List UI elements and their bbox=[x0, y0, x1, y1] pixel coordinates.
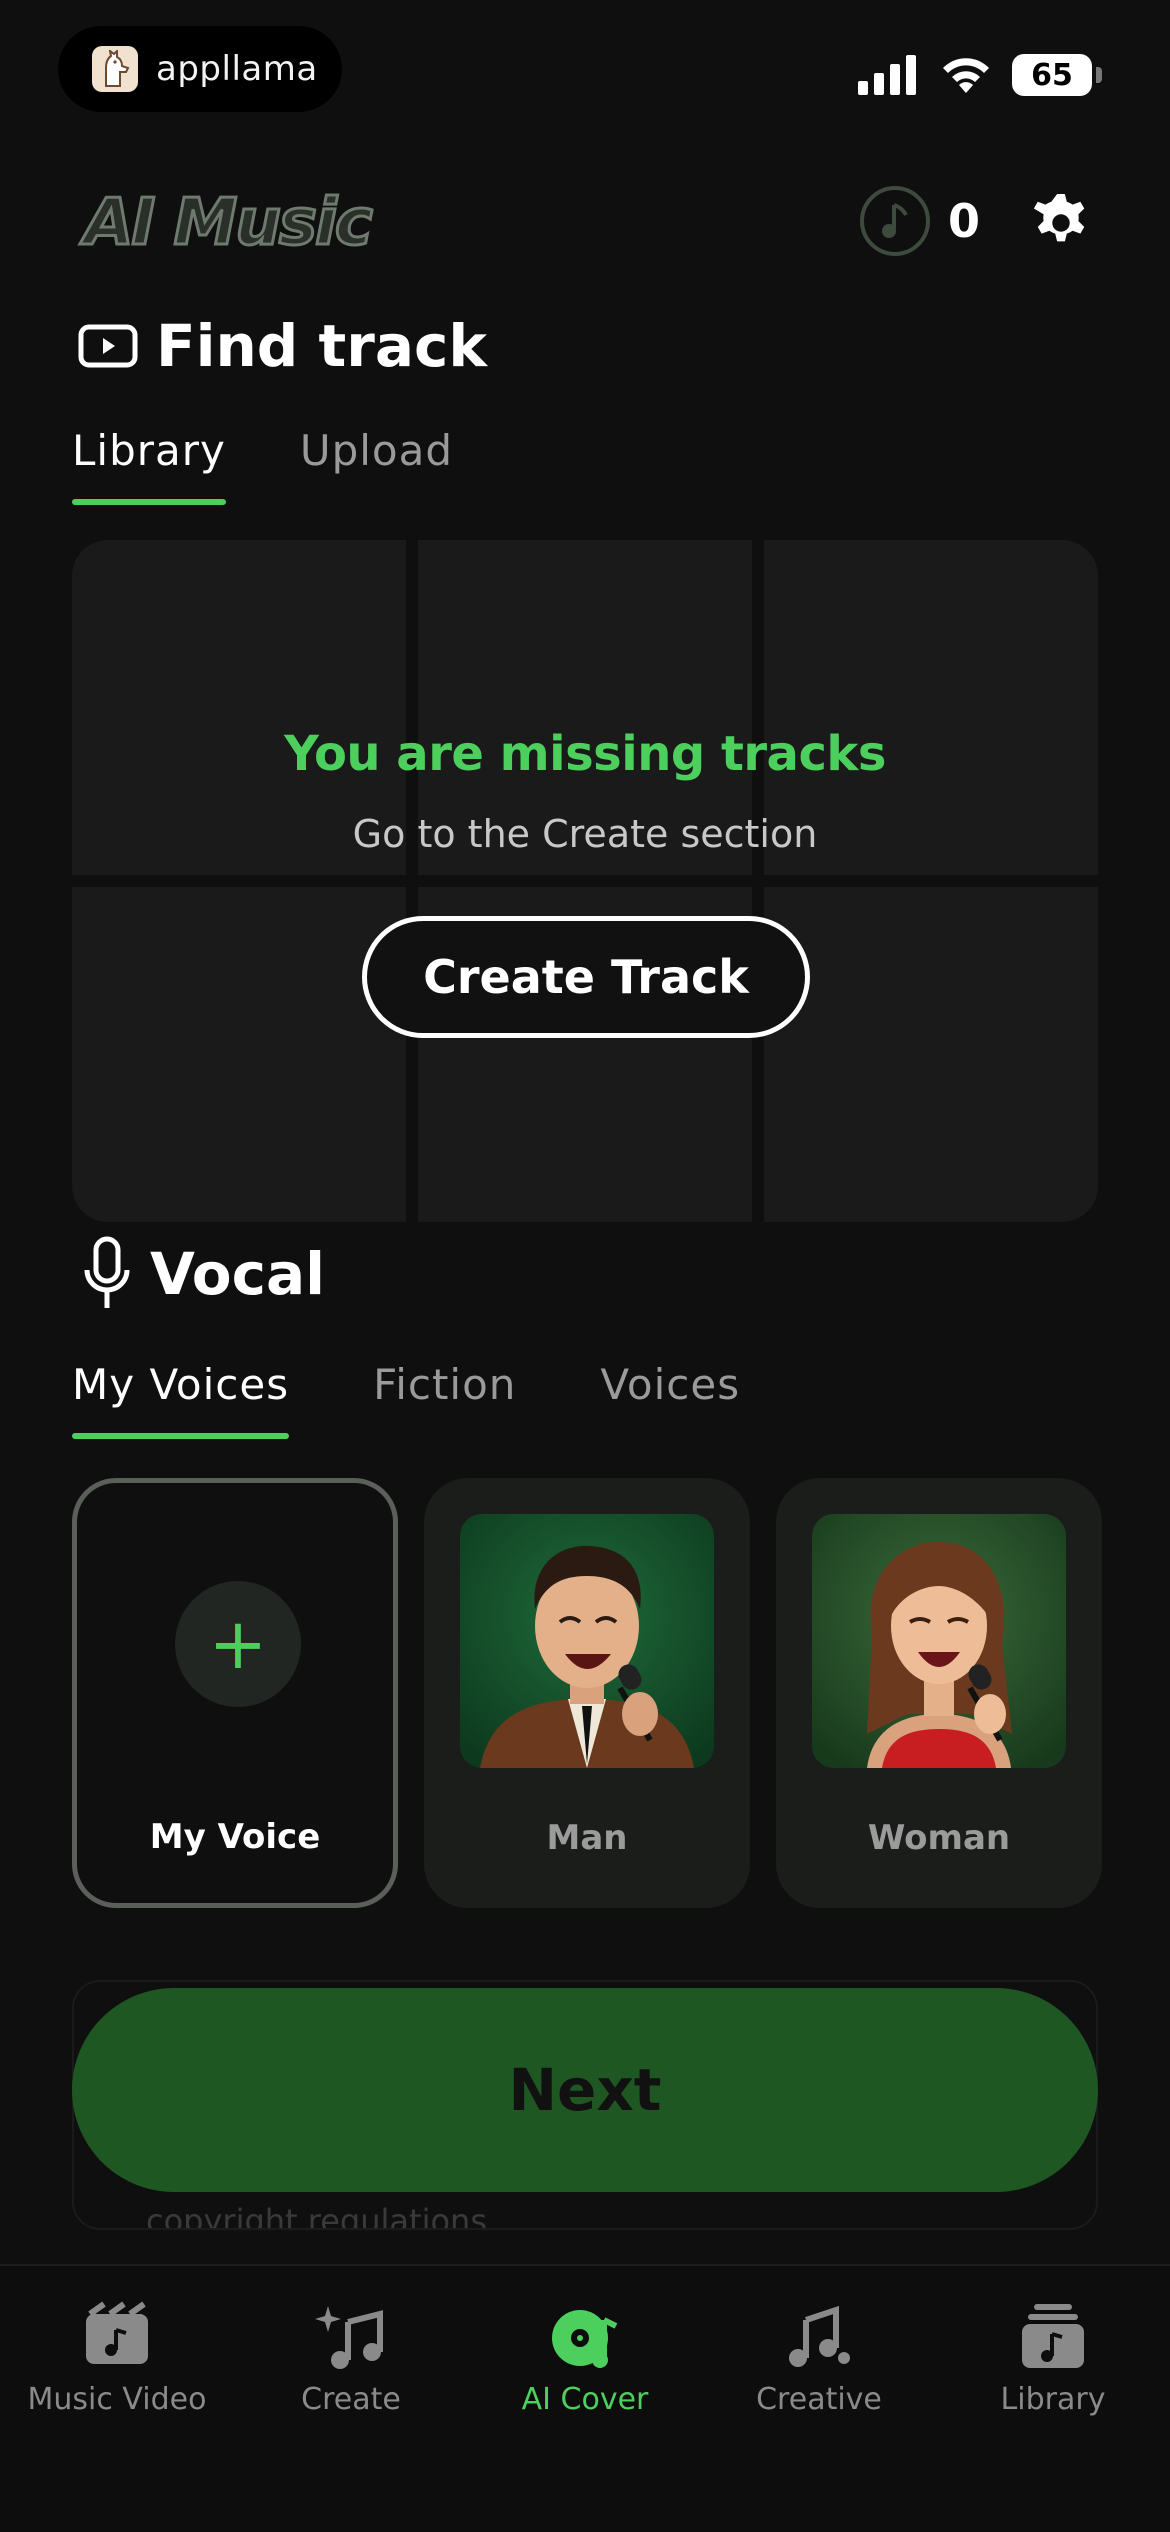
nav-item-library[interactable]: Library bbox=[936, 2266, 1170, 2532]
woman-singer-avatar bbox=[812, 1514, 1066, 1768]
voice-card-my-voice[interactable]: + My Voice bbox=[72, 1478, 398, 1908]
voice-tabs: My Voices Fiction Voices bbox=[72, 1360, 740, 1439]
nav-item-music-video[interactable]: Music Video bbox=[0, 2266, 234, 2532]
vocal-heading: Vocal bbox=[82, 1236, 325, 1312]
voice-card-label: Woman bbox=[867, 1818, 1011, 1858]
tab-voices[interactable]: Voices bbox=[600, 1360, 740, 1439]
music-video-icon bbox=[86, 2301, 148, 2364]
create-track-button[interactable]: Create Track bbox=[362, 916, 810, 1038]
copyright-note: copyright regulations. bbox=[146, 2202, 498, 2230]
app-title: AI Music bbox=[83, 185, 375, 262]
voice-card-man[interactable]: Man bbox=[424, 1478, 750, 1908]
plus-icon: + bbox=[175, 1581, 301, 1707]
nav-item-ai-cover[interactable]: AI Cover bbox=[468, 2266, 702, 2532]
next-button[interactable]: Next bbox=[72, 1988, 1098, 2192]
empty-state-title: You are missing tracks bbox=[284, 726, 886, 782]
voice-card-woman[interactable]: Woman bbox=[776, 1478, 1102, 1908]
tab-library[interactable]: Library bbox=[72, 426, 226, 505]
placeholder-grid bbox=[72, 540, 1098, 1222]
voice-card-label: My Voice bbox=[149, 1817, 321, 1857]
llama-logo-icon bbox=[92, 46, 138, 92]
nav-item-create[interactable]: Create bbox=[234, 2266, 468, 2532]
find-track-heading: Find track bbox=[78, 312, 487, 380]
nav-label: Music Video bbox=[27, 2382, 207, 2417]
library-tabs: Library Upload bbox=[72, 426, 453, 505]
voice-cards: + My Voice Man Woman bbox=[72, 1478, 1102, 1908]
signal-icon bbox=[858, 55, 916, 95]
bottom-navigation: Music Video Create AI Cover Creative Lib… bbox=[0, 2264, 1170, 2532]
status-indicators: 65 bbox=[858, 54, 1102, 96]
find-track-title: Find track bbox=[156, 312, 487, 380]
tab-my-voices[interactable]: My Voices bbox=[72, 1360, 290, 1439]
wifi-icon bbox=[943, 58, 989, 93]
man-singer-avatar bbox=[460, 1514, 714, 1768]
video-play-icon bbox=[78, 324, 138, 368]
nav-label: Library bbox=[1000, 2382, 1106, 2417]
nav-label: Create bbox=[301, 2382, 401, 2417]
credits-counter[interactable]: 0 bbox=[860, 186, 980, 256]
nav-label: Creative bbox=[756, 2382, 882, 2417]
appllama-pill[interactable]: appllama bbox=[58, 26, 342, 112]
tab-upload[interactable]: Upload bbox=[300, 426, 453, 505]
gear-icon[interactable] bbox=[1030, 192, 1092, 254]
vocal-title: Vocal bbox=[150, 1240, 325, 1308]
microphone-icon bbox=[84, 1236, 130, 1308]
empty-library-panel: You are missing tracks Go to the Create … bbox=[72, 540, 1098, 1222]
brand-label: appllama bbox=[156, 49, 318, 89]
empty-state-subtitle: Go to the Create section bbox=[352, 812, 818, 856]
battery-indicator: 65 bbox=[1012, 54, 1102, 96]
music-note-icon bbox=[860, 186, 930, 256]
creative-notes-icon bbox=[789, 2305, 850, 2367]
library-stack-icon bbox=[1022, 2304, 1084, 2368]
nav-label: AI Cover bbox=[521, 2382, 649, 2417]
tab-fiction[interactable]: Fiction bbox=[373, 1360, 516, 1439]
ai-cover-disc-icon bbox=[552, 2310, 618, 2368]
voice-card-label: Man bbox=[546, 1818, 628, 1858]
credits-count: 0 bbox=[948, 194, 981, 248]
nav-item-creative[interactable]: Creative bbox=[702, 2266, 936, 2532]
create-sparkle-note-icon bbox=[315, 2306, 383, 2369]
